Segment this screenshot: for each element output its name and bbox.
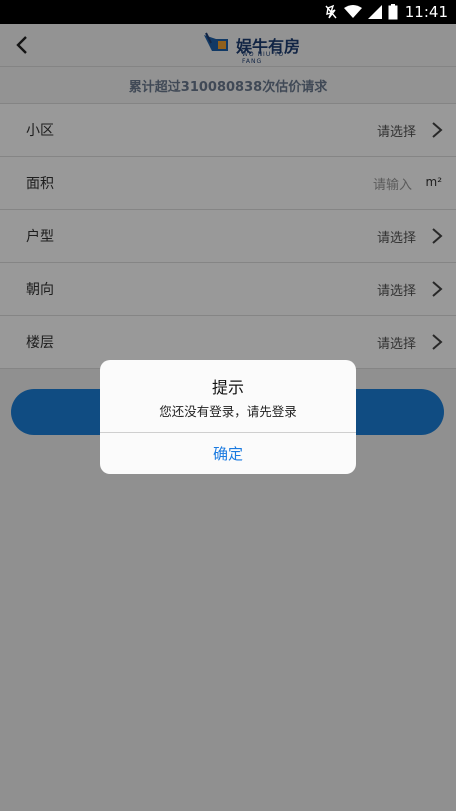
no-signal-icon (325, 4, 337, 19)
wifi-icon (344, 5, 362, 18)
status-icons (324, 4, 398, 20)
cell-signal-icon (368, 5, 382, 19)
battery-icon (388, 4, 398, 20)
status-bar: 11:41 (0, 0, 456, 24)
dialog-message: 您还没有登录，请先登录 (159, 404, 297, 419)
login-alert-dialog: 提示 您还没有登录，请先登录 确定 (100, 360, 356, 474)
dialog-title: 提示 (211, 378, 244, 397)
clock: 11:41 (404, 3, 448, 21)
confirm-button[interactable]: 确定 (100, 433, 356, 474)
